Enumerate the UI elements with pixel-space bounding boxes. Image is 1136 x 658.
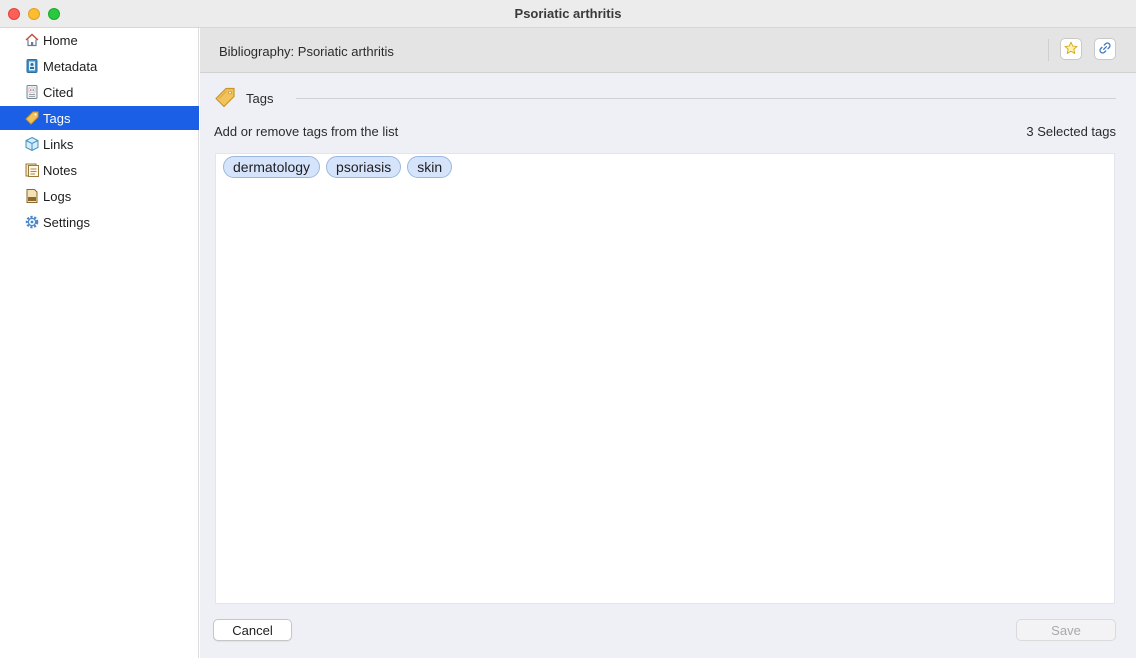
tag-list: dermatology psoriasis skin xyxy=(223,156,453,178)
cited-icon xyxy=(24,84,40,100)
notes-icon xyxy=(24,162,40,178)
sidebar-item-logs[interactable]: Logs xyxy=(0,184,199,208)
save-button[interactable]: Save xyxy=(1016,619,1116,641)
tag-chip[interactable]: skin xyxy=(407,156,453,178)
logs-icon xyxy=(24,188,40,204)
links-cube-icon xyxy=(24,136,40,152)
sidebar-item-label: Links xyxy=(43,136,74,152)
main-content: Bibliography: Psoriatic arthritis Tags A… xyxy=(200,28,1136,658)
sidebar: Home Metadata Cited Tags Links Notes Log… xyxy=(0,28,199,658)
sidebar-item-notes[interactable]: Notes xyxy=(0,158,199,182)
tag-chip[interactable]: dermatology xyxy=(223,156,321,178)
page-title: Bibliography: Psoriatic arthritis xyxy=(219,44,394,59)
app-window: Psoriatic arthritis Home Metadata Cited … xyxy=(0,0,1136,658)
tag-input-area[interactable]: dermatology psoriasis skin xyxy=(215,153,1115,604)
selected-tags-count: 3 Selected tags xyxy=(1026,124,1116,139)
sidebar-item-label: Tags xyxy=(43,110,71,126)
title-bar: Psoriatic arthritis xyxy=(0,0,1136,28)
sidebar-item-tags[interactable]: Tags xyxy=(0,106,199,130)
favorite-button[interactable] xyxy=(1060,38,1082,60)
sidebar-item-metadata[interactable]: Metadata xyxy=(0,54,199,78)
sidebar-item-settings[interactable]: Settings xyxy=(0,210,199,234)
sidebar-item-cited[interactable]: Cited xyxy=(0,80,199,104)
copy-link-button[interactable] xyxy=(1094,38,1116,60)
section-title: Tags xyxy=(246,91,274,106)
tag-icon xyxy=(24,110,40,126)
sidebar-item-label: Cited xyxy=(43,84,74,100)
cancel-button[interactable]: Cancel xyxy=(213,619,292,641)
section-divider xyxy=(296,98,1116,99)
instructions-label: Add or remove tags from the list xyxy=(214,124,399,139)
sidebar-item-label: Logs xyxy=(43,188,72,204)
tag-icon xyxy=(214,86,236,108)
star-icon xyxy=(1064,41,1078,58)
window-title: Psoriatic arthritis xyxy=(514,6,622,21)
tags-section-header: Tags xyxy=(214,86,1116,112)
sidebar-item-home[interactable]: Home xyxy=(0,28,199,52)
home-icon xyxy=(24,32,40,48)
sidebar-item-links[interactable]: Links xyxy=(0,132,199,156)
tag-chip[interactable]: psoriasis xyxy=(326,156,402,178)
sidebar-item-label: Home xyxy=(43,32,78,48)
link-icon xyxy=(1098,41,1112,58)
gear-icon xyxy=(24,214,40,230)
content-header: Bibliography: Psoriatic arthritis xyxy=(200,28,1136,73)
sidebar-item-label: Settings xyxy=(43,214,90,230)
header-divider xyxy=(1048,39,1049,61)
sidebar-item-label: Notes xyxy=(43,162,77,178)
sidebar-item-label: Metadata xyxy=(43,58,98,74)
metadata-icon xyxy=(24,58,40,74)
